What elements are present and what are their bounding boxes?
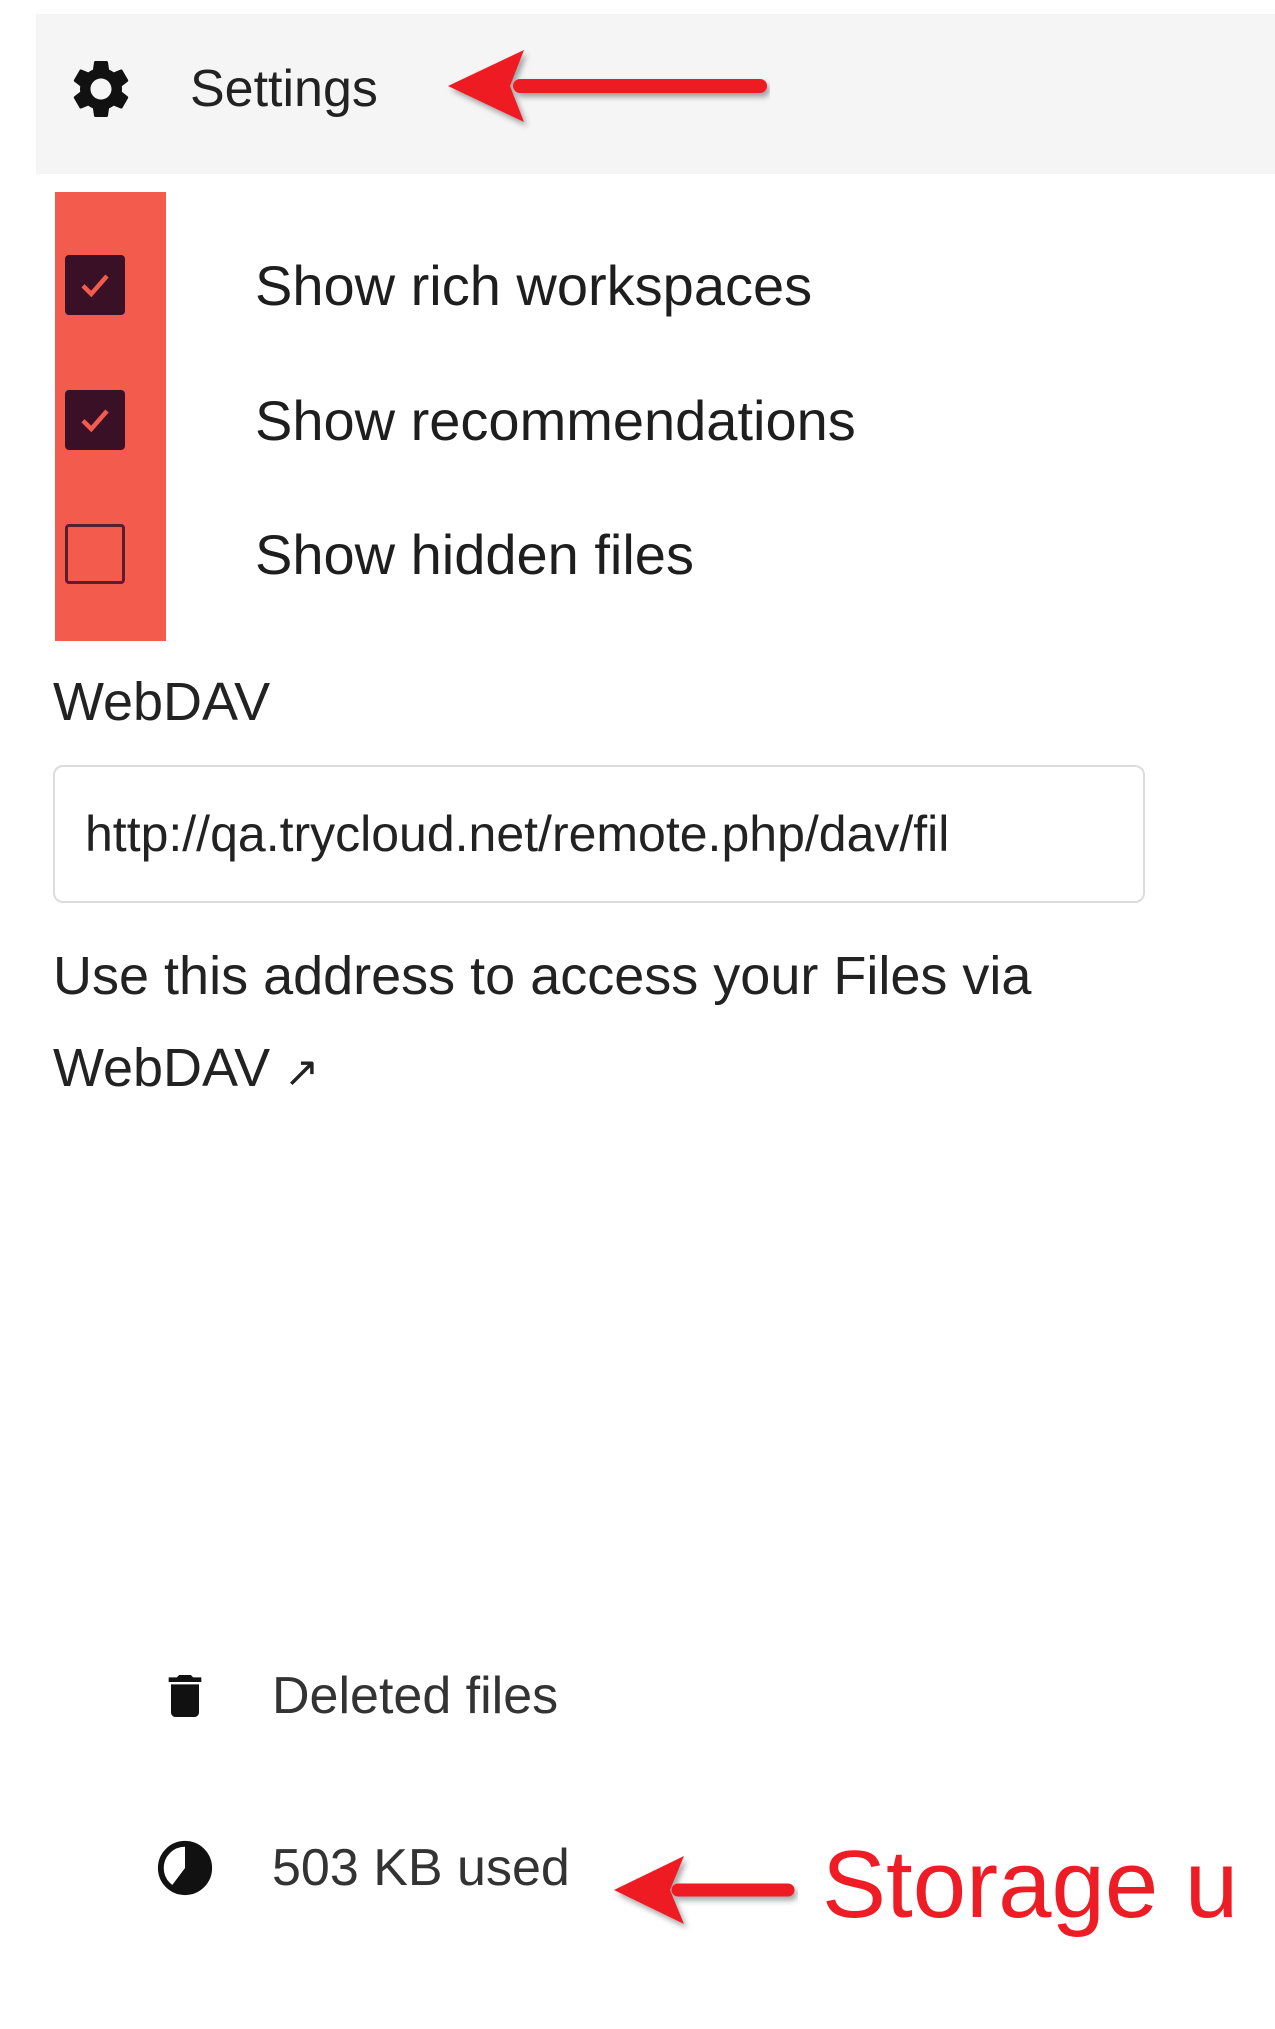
settings-label[interactable]: Settings [190, 54, 378, 124]
annotation-arrow-storage [614, 1856, 795, 1924]
pie-chart-icon [150, 1833, 220, 1903]
webdav-link[interactable]: WebDAV ↗ [53, 1038, 319, 1098]
webdav-hint: Use this address to access your Files vi… [53, 930, 1173, 1118]
nav-deleted-files[interactable]: Deleted files [150, 1651, 558, 1741]
trash-icon [150, 1661, 220, 1731]
option-label[interactable]: Show recommendations [255, 388, 856, 453]
option-show-rich-workspaces[interactable]: Show rich workspaces [65, 245, 812, 325]
annotation-storage-label: Storage u [822, 1831, 1239, 1938]
checkbox-unchecked[interactable] [65, 524, 125, 584]
checkbox-checked[interactable] [65, 390, 125, 450]
option-label[interactable]: Show rich workspaces [255, 253, 812, 318]
nav-label-storage-used: 503 KB used [272, 1839, 570, 1897]
checkmark-icon [81, 274, 109, 298]
nav-label-deleted-files[interactable]: Deleted files [272, 1666, 558, 1726]
webdav-title: WebDAV [53, 672, 271, 732]
option-show-hidden-files[interactable]: Show hidden files [65, 514, 694, 594]
webdav-url-field[interactable] [53, 765, 1145, 903]
webdav-hint-text: Use this address to access your Files vi… [53, 946, 1032, 1006]
nav-storage-used[interactable]: 503 KB used [150, 1823, 570, 1913]
external-link-icon: ↗ [284, 1048, 320, 1095]
gear-icon [66, 54, 136, 124]
webdav-link-label[interactable]: WebDAV [53, 1038, 270, 1098]
checkbox-checked[interactable] [65, 255, 125, 315]
option-show-recommendations[interactable]: Show recommendations [65, 380, 856, 460]
checkmark-icon [81, 409, 109, 433]
annotation-arrow-settings [448, 50, 767, 122]
option-label[interactable]: Show hidden files [255, 522, 694, 587]
